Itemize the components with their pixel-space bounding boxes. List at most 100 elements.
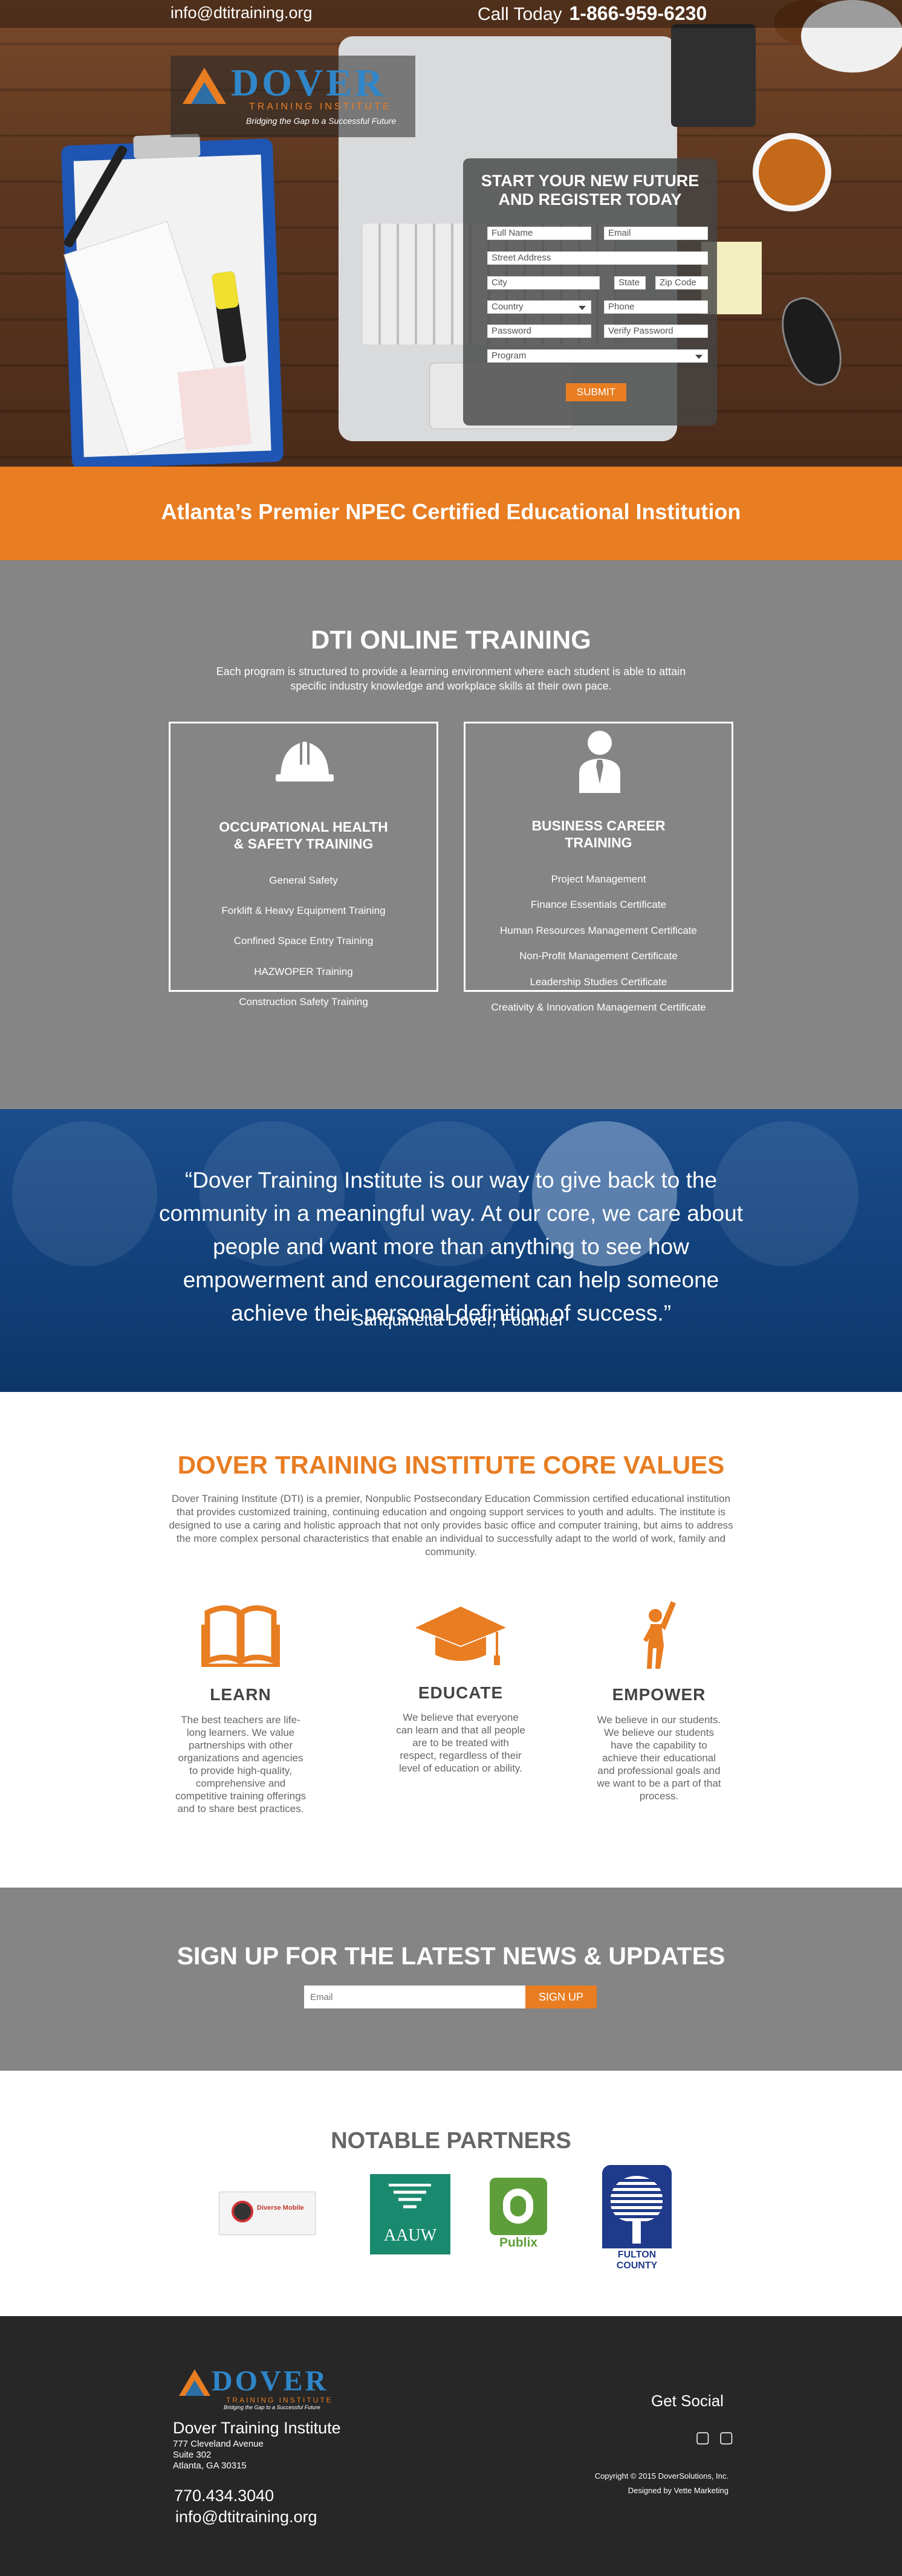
call-label: Call Today <box>478 4 562 24</box>
aauw-name: AAUW <box>383 2226 437 2245</box>
course-finance-essentials[interactable]: Finance Essentials Certificate <box>466 899 732 911</box>
business-box-title: BUSINESS CAREER TRAINING <box>466 817 732 851</box>
footer-logo-name: DOVER <box>212 2365 329 2397</box>
signup-button[interactable]: SIGN UP <box>525 1985 597 2008</box>
open-book-icon <box>201 1605 280 1667</box>
social-link-icon[interactable]: ▢ <box>695 2428 710 2447</box>
topbar-call: Call Today 1-866-959-6230 <box>478 2 707 25</box>
teacup-image <box>753 133 831 212</box>
copyright-text: Copyright © 2015 DoverSolutions, Inc. <box>594 2471 728 2481</box>
newsletter-email-input[interactable] <box>304 1985 525 2008</box>
certification-banner: Atlanta’s Premier NPEC Certified Educati… <box>0 467 902 560</box>
course-project-management[interactable]: Project Management <box>466 873 732 885</box>
diverse-mobile-name: Diverse Mobile <box>257 2204 304 2212</box>
pencil-cup-image <box>671 24 756 127</box>
verify-password-field[interactable]: Verify Password <box>604 325 708 338</box>
course-creativity[interactable]: Creativity & Innovation Management Certi… <box>466 1002 732 1014</box>
logo-subtitle: TRAINING INSTITUTE <box>249 102 392 112</box>
footer-logo-inner-triangle-icon <box>185 2380 204 2396</box>
footer-org-name: Dover Training Institute <box>173 2419 341 2437</box>
course-non-profit[interactable]: Non-Profit Management Certificate <box>466 950 732 962</box>
founder-quote-section: “Dover Training Institute is our way to … <box>0 1109 902 1392</box>
phone-field[interactable]: Phone <box>604 300 708 314</box>
core-values-title: DOVER TRAINING INSTITUTE CORE VALUES <box>177 1451 725 1479</box>
diverse-mobile-logo[interactable]: Diverse Mobile <box>219 2192 316 2235</box>
address-line-2: Suite 302 <box>173 2450 212 2460</box>
course-construction-safety[interactable]: Construction Safety Training <box>170 996 436 1008</box>
state-field[interactable]: State <box>614 276 646 290</box>
fulton-county-name: FULTON COUNTY <box>616 2250 658 2271</box>
submit-button[interactable]: SUBMIT <box>566 383 626 401</box>
form-title-line2: AND REGISTER TODAY <box>498 190 682 209</box>
online-training-title: DTI ONLINE TRAINING <box>311 626 591 655</box>
safety-training-box[interactable]: OCCUPATIONAL HEALTH & SAFETY TRAINING Ge… <box>169 722 438 1008</box>
footer-email-link[interactable]: info@dtitraining.org <box>175 2508 317 2526</box>
password-field[interactable]: Password <box>487 325 591 338</box>
business-title-line1: BUSINESS CAREER <box>531 818 666 833</box>
newsletter-title: SIGN UP FOR THE LATEST NEWS & UPDATES <box>177 1942 725 1970</box>
zip-code-field[interactable]: Zip Code <box>655 276 708 290</box>
value-educate-text: We believe that everyone can learn and t… <box>396 1712 525 1774</box>
aauw-emblem-icon <box>389 2184 431 2209</box>
city-field[interactable]: City <box>487 276 600 290</box>
footer-logo-subtitle: TRAINING INSTITUTE <box>226 2396 333 2404</box>
graduation-cap-icon <box>415 1607 506 1665</box>
footer-logo[interactable]: DOVER TRAINING INSTITUTE Bridging the Ga… <box>173 2364 354 2410</box>
quote-text: “Dover Training Institute is our way to … <box>159 1168 743 1325</box>
fulton-tree-icon <box>602 2165 672 2248</box>
logo-name: DOVER <box>231 61 386 104</box>
banner-text: Atlanta’s Premier NPEC Certified Educati… <box>161 499 741 524</box>
course-general-safety[interactable]: General Safety <box>170 875 436 887</box>
safety-box-title: OCCUPATIONAL HEALTH & SAFETY TRAINING <box>170 818 436 852</box>
business-title-line2: TRAINING <box>565 835 632 850</box>
sticky-note-image <box>177 365 252 451</box>
designer-credit: Designed by Vette Marketing <box>628 2486 728 2495</box>
footer-address: 777 Cleveland Avenue Suite 302 Atlanta, … <box>173 2439 264 2471</box>
footer-credits: Copyright © 2015 DoverSolutions, Inc. De… <box>544 2469 728 2498</box>
top-bar: info@dtitraining.org Call Today 1-866-959… <box>0 0 902 28</box>
value-empower-title: EMPOWER <box>612 1685 706 1704</box>
page: info@dtitraining.org Call Today 1-866-959… <box>0 0 902 2576</box>
topbar-email-link[interactable]: info@dtitraining.org <box>170 4 313 22</box>
footer: DOVER TRAINING INSTITUTE Bridging the Ga… <box>0 2316 902 2576</box>
course-hazwoper[interactable]: HAZWOPER Training <box>170 966 436 978</box>
hard-hat-icon <box>276 742 334 782</box>
publix-name: Publix <box>499 2236 537 2250</box>
business-training-box[interactable]: BUSINESS CAREER TRAINING Project Managem… <box>464 722 733 1013</box>
core-values-section: DOVER TRAINING INSTITUTE CORE VALUES Dov… <box>0 1392 902 1888</box>
country-select[interactable]: Country <box>487 300 591 314</box>
empowered-person-icon <box>643 1601 676 1669</box>
form-title-line1: START YOUR NEW FUTURE <box>481 172 699 190</box>
street-address-field[interactable]: Street Address <box>487 251 708 265</box>
publix-logo[interactable]: Publix <box>490 2178 547 2250</box>
get-social-title: Get Social <box>651 2392 724 2410</box>
address-line-3: Atlanta, GA 30315 <box>173 2461 247 2471</box>
safety-title-line1: OCCUPATIONAL HEALTH <box>219 819 388 835</box>
register-form-title: START YOUR NEW FUTURE AND REGISTER TODAY <box>463 172 717 209</box>
logo-tagline: Bridging the Gap to a Successful Future <box>246 116 397 126</box>
address-line-1: 777 Cleveland Avenue <box>173 2439 264 2449</box>
course-human-resources[interactable]: Human Resources Management Certificate <box>466 925 732 937</box>
footer-phone-link[interactable]: 770.434.3040 <box>174 2487 274 2505</box>
topbar-phone-link[interactable]: 1-866-959-6230 <box>569 2 707 24</box>
email-field[interactable]: Email <box>604 227 708 240</box>
quote-author: ~ Sanquinetta Dover, Founder <box>337 1310 565 1329</box>
program-select[interactable]: Program <box>487 349 708 363</box>
online-training-section: DTI ONLINE TRAINING Each program is stru… <box>0 560 902 1109</box>
businessman-icon <box>579 731 620 793</box>
value-empower-text: We believe in our students. We believe o… <box>597 1714 721 1802</box>
diverse-mobile-badge-icon <box>232 2201 253 2222</box>
fulton-county-logo[interactable]: FULTON COUNTY <box>602 2165 672 2271</box>
value-learn-text: The best teachers are life-long learners… <box>175 1714 307 1814</box>
footer-logo-tagline: Bridging the Gap to a Successful Future <box>224 2404 320 2410</box>
bulb-image <box>12 1121 157 1266</box>
course-leadership[interactable]: Leadership Studies Certificate <box>466 976 732 988</box>
full-name-field[interactable]: Full Name <box>487 227 591 240</box>
course-confined-space[interactable]: Confined Space Entry Training <box>170 935 436 947</box>
social-link-icon[interactable]: ▢ <box>719 2428 734 2447</box>
value-learn-title: LEARN <box>210 1685 271 1704</box>
course-forklift[interactable]: Forklift & Heavy Equipment Training <box>170 905 436 917</box>
aauw-logo[interactable]: AAUW <box>370 2174 450 2254</box>
online-training-subtitle: Each program is structured to provide a … <box>216 665 686 692</box>
dover-logo[interactable]: DOVER TRAINING INSTITUTE Bridging the Ga… <box>170 56 415 137</box>
